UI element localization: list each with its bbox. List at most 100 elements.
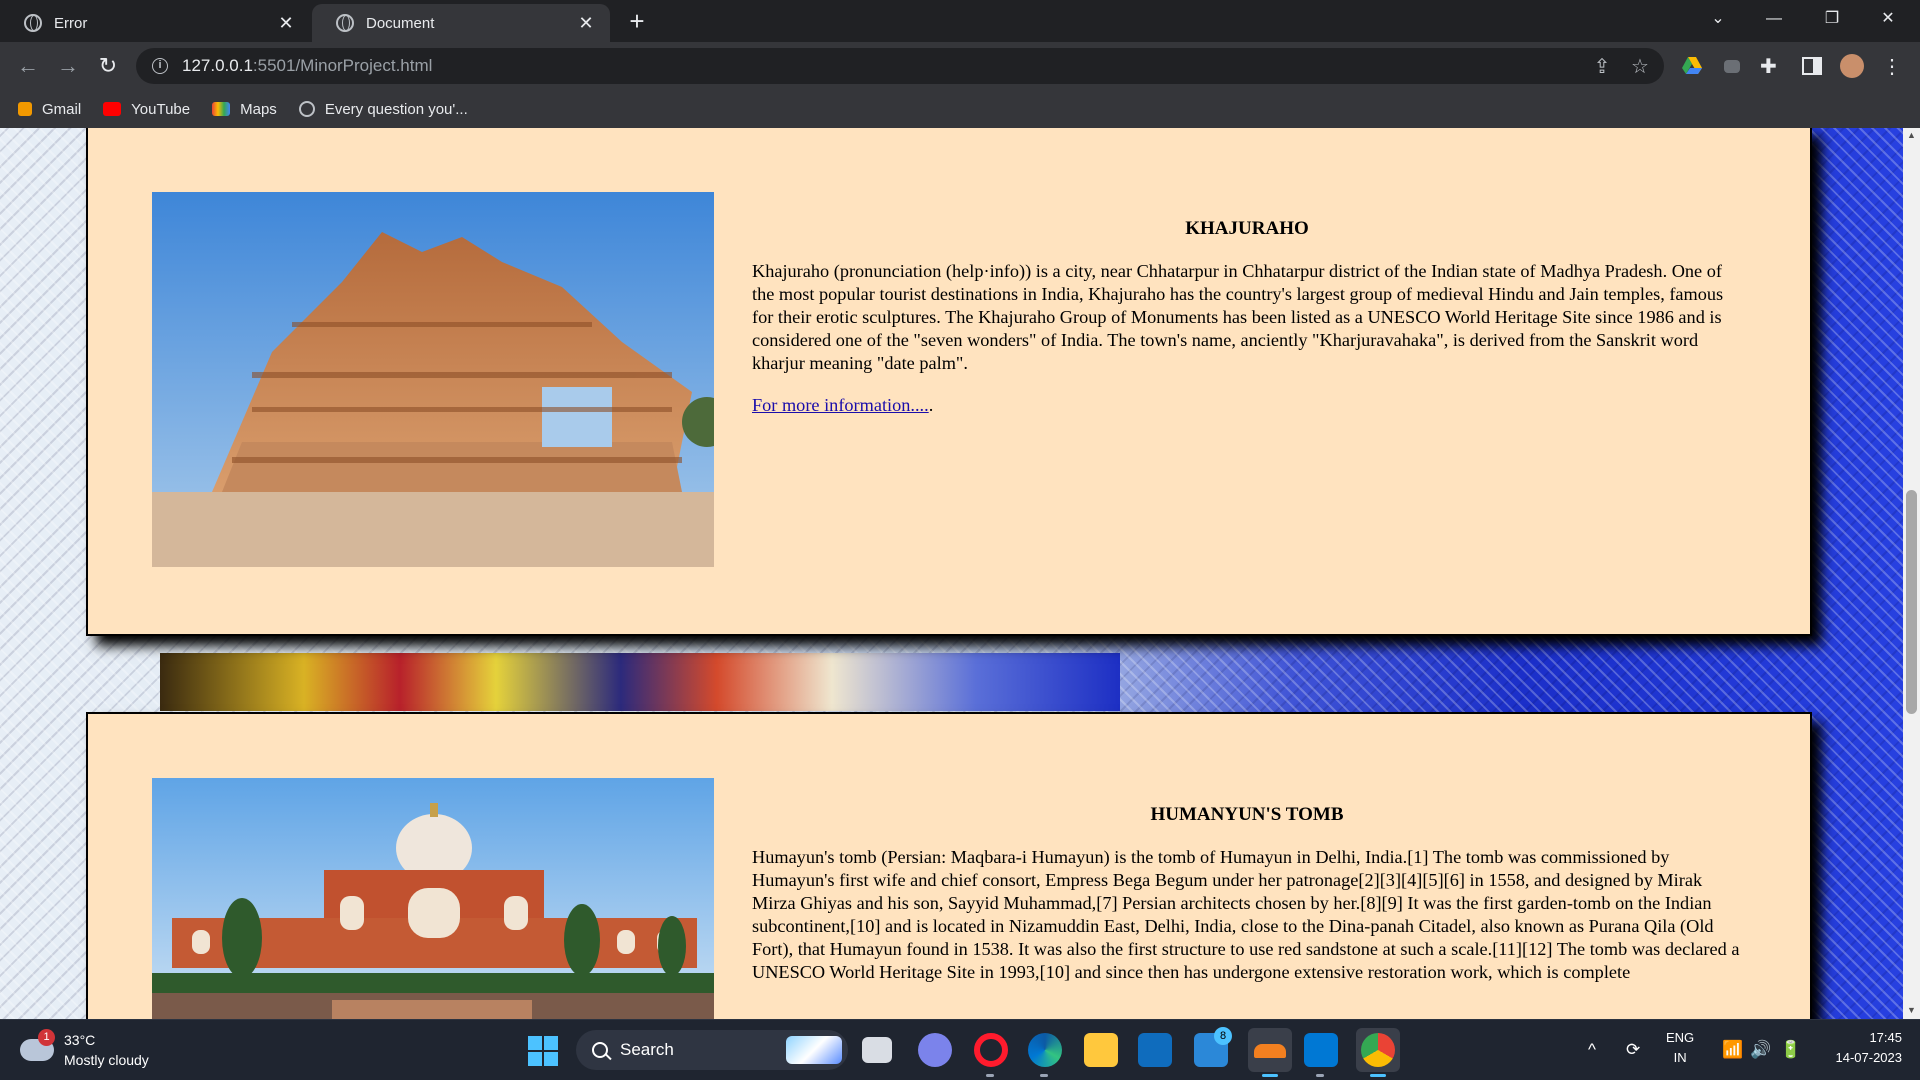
app-indicator (1316, 1074, 1324, 1077)
app-indicator (1262, 1074, 1278, 1077)
volume-icon[interactable]: 🔊 (1750, 1040, 1771, 1060)
clock-date: 14-07-2023 (1835, 1050, 1903, 1065)
battery-icon[interactable]: 🔋 (1780, 1040, 1801, 1060)
lang-line-2: IN (1673, 1050, 1687, 1065)
edge-icon[interactable] (1028, 1033, 1062, 1067)
weather-temp: 33°C (64, 1032, 96, 1048)
page-viewport: KHAJURAHO Khajuraho (pronunciation (help… (0, 128, 1903, 1019)
tab-title: Error (54, 14, 88, 32)
clock-time: 17:45 (1869, 1030, 1902, 1045)
puzzle-icon[interactable]: ✚ (1760, 54, 1784, 78)
cloudflare-warp-icon[interactable] (1248, 1028, 1292, 1072)
bookmark-label: Gmail (42, 100, 82, 118)
bookmark-star-icon[interactable]: ☆ (1626, 54, 1654, 79)
app-indicator (1370, 1074, 1386, 1077)
url-path: :5501/MinorProject.html (252, 56, 433, 75)
close-tab-icon[interactable]: ✕ (576, 13, 596, 34)
card-body: Khajuraho (pronunciation (help·info)) is… (752, 261, 1724, 373)
lang-line-1: ENG (1666, 1030, 1695, 1045)
opera-icon[interactable] (974, 1033, 1008, 1067)
share-icon[interactable]: ⇪ (1588, 54, 1616, 79)
monument-card-humayuns-tomb: HUMANYUN'S TOMB Humayun's tomb (Persian:… (86, 712, 1812, 1019)
tab-strip: Error ✕ Document ✕ + ⌄ — ❐ ✕ (0, 0, 1920, 42)
bookmark-gmail[interactable]: Gmail (18, 101, 81, 118)
search-label: Search (620, 1040, 674, 1059)
bookmark-every-question[interactable]: Every question you'... (298, 100, 468, 118)
google-drive-icon[interactable] (1680, 54, 1704, 78)
page-scrollbar[interactable]: ▲ ▼ (1903, 128, 1920, 1019)
start-button[interactable] (528, 1036, 558, 1066)
globe-icon (24, 14, 42, 32)
app-indicator (986, 1074, 994, 1077)
bookmarks-bar: Gmail YouTube Maps Every question you'..… (0, 90, 1920, 128)
clock[interactable]: 17:45 14-07-2023 (1818, 1028, 1903, 1068)
wifi-icon[interactable]: 📶 (1722, 1040, 1743, 1060)
bookmark-youtube[interactable]: YouTube (103, 101, 190, 118)
weather-desc: Mostly cloudy (64, 1052, 149, 1068)
weather-widget[interactable]: 1 33°C Mostly cloudy (20, 1029, 149, 1070)
search-highlight-icon (786, 1036, 842, 1064)
vscode-icon[interactable] (1304, 1033, 1338, 1067)
background-art (160, 653, 1120, 711)
app-indicator (1040, 1074, 1048, 1077)
gmail-icon (212, 102, 231, 116)
teams-chat-icon[interactable] (918, 1033, 952, 1067)
link-suffix: . (928, 395, 934, 415)
minimize-button[interactable]: — (1752, 0, 1796, 40)
restore-button[interactable]: ❐ (1810, 0, 1854, 40)
tab-document[interactable]: Document ✕ (312, 4, 610, 42)
sync-icon[interactable]: ⟳ (1626, 1040, 1640, 1060)
globe-icon (298, 101, 315, 117)
outlook-icon[interactable] (1138, 1033, 1172, 1067)
close-window-button[interactable]: ✕ (1866, 0, 1910, 40)
extension-icon[interactable] (1720, 54, 1744, 78)
scroll-down-icon[interactable]: ▼ (1907, 1005, 1916, 1015)
bookmark-label: Every question you'... (324, 100, 468, 118)
card-title: HUMANYUN'S TOMB (1150, 804, 1344, 825)
card-text: HUMANYUN'S TOMB Humayun's tomb (Persian:… (752, 804, 1742, 984)
bookmark-label: YouTube (131, 100, 191, 118)
bookmark-label: Maps (240, 100, 277, 118)
new-tab-button[interactable]: + (622, 6, 652, 36)
mail-icon[interactable]: 8 (1194, 1027, 1232, 1067)
card-title: KHAJURAHO (1185, 218, 1309, 239)
address-bar[interactable]: i 127.0.0.1:5501/MinorProject.html ⇪ ☆ (136, 48, 1664, 84)
url-host: 127.0.0.1 (182, 56, 253, 75)
search-icon (592, 1042, 608, 1058)
avatar[interactable] (1840, 54, 1864, 78)
info-icon[interactable]: i (152, 58, 168, 74)
menu-icon[interactable]: ⋮ (1880, 54, 1904, 78)
mail-badge: 8 (1214, 1027, 1232, 1045)
khajuraho-image (152, 192, 714, 567)
back-icon[interactable]: ← (12, 50, 44, 82)
weather-badge: 1 (38, 1029, 55, 1046)
cloud-icon: 1 (20, 1029, 55, 1061)
more-info-link[interactable]: For more information.... (752, 395, 929, 416)
bookmark-maps[interactable]: Maps (212, 101, 277, 118)
tab-error[interactable]: Error ✕ (0, 4, 310, 42)
reload-icon[interactable]: ↻ (92, 50, 124, 82)
chrome-icon (1361, 1033, 1395, 1067)
scroll-thumb[interactable] (1906, 490, 1917, 714)
side-panel-icon[interactable] (1800, 54, 1824, 78)
scroll-up-icon[interactable]: ▲ (1907, 130, 1916, 140)
humayuns-tomb-image (152, 778, 714, 1019)
chrome-taskbar-button[interactable] (1356, 1028, 1400, 1072)
cloud-icon (1254, 1044, 1286, 1058)
forward-icon[interactable]: → (52, 50, 84, 82)
card-body: Humayun's tomb (Persian: Maqbara-i Humay… (752, 847, 1740, 982)
taskbar-search[interactable]: Search (576, 1030, 848, 1070)
chevron-up-icon[interactable]: ^ (1588, 1040, 1596, 1060)
taskbar: 1 33°C Mostly cloudy Search 8 ^ ⟳ ENG IN… (0, 1019, 1920, 1080)
file-explorer-icon[interactable] (1084, 1033, 1118, 1067)
tab-title: Document (366, 14, 435, 32)
monument-card-khajuraho: KHAJURAHO Khajuraho (pronunciation (help… (86, 128, 1812, 636)
close-tab-icon[interactable]: ✕ (276, 13, 296, 34)
tab-search-icon[interactable]: ⌄ (1696, 0, 1740, 40)
language-indicator[interactable]: ENG IN (1666, 1028, 1694, 1068)
bookmark-icon (18, 102, 32, 116)
youtube-icon (103, 102, 122, 116)
globe-icon (336, 14, 354, 32)
card-text: KHAJURAHO Khajuraho (pronunciation (help… (752, 218, 1742, 416)
task-view-icon[interactable] (862, 1037, 892, 1063)
